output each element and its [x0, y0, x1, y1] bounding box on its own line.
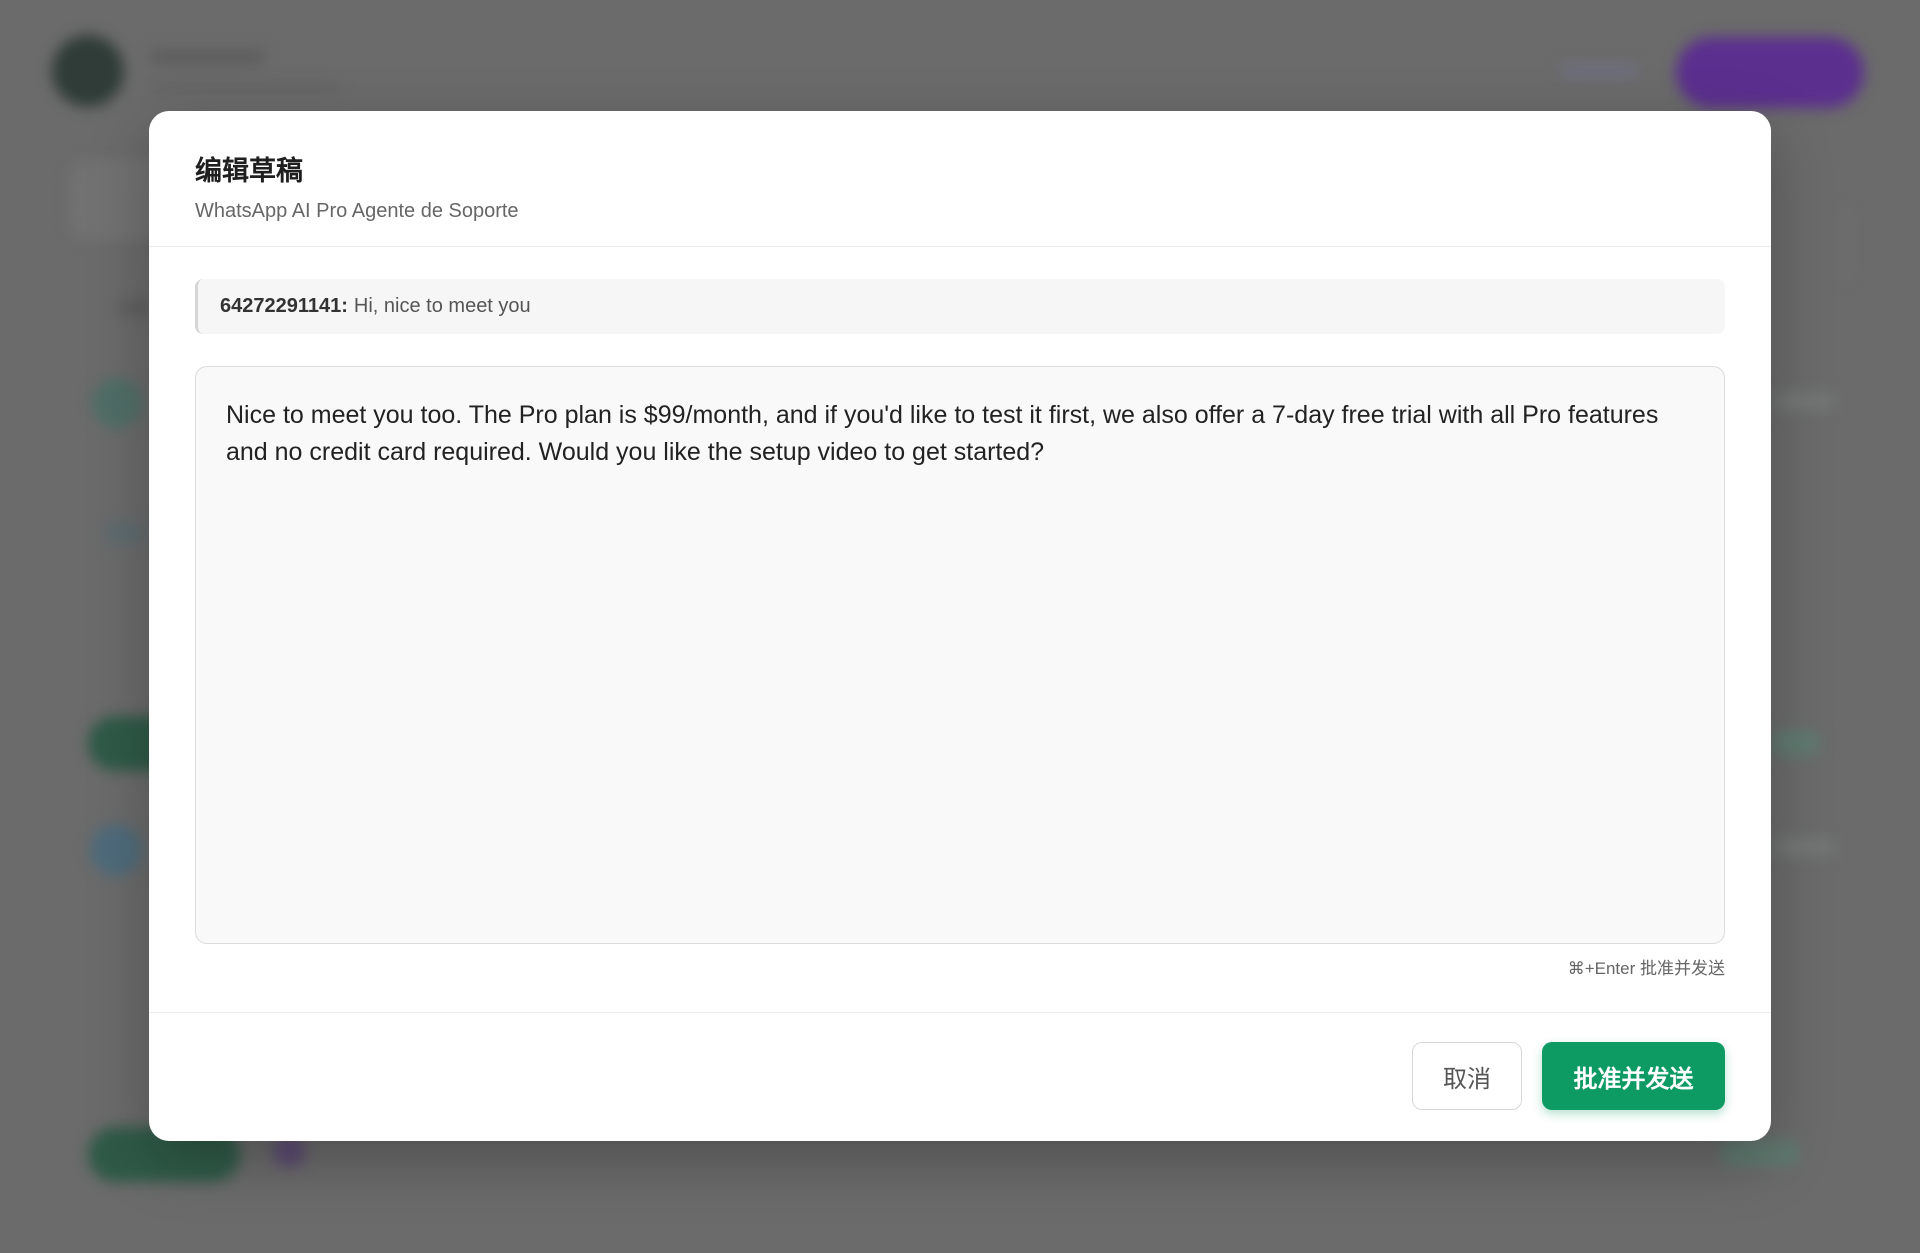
shortcut-hint: ⌘+Enter 批准并发送: [1567, 959, 1725, 978]
backdrop-subtitle-placeholder: [150, 82, 340, 92]
backdrop-avatar-small: [90, 824, 142, 876]
cancel-button[interactable]: 取消: [1412, 1042, 1522, 1110]
draft-reply-textarea[interactable]: Nice to meet you too. The Pro plan is $9…: [195, 366, 1725, 944]
backdrop-right-badge: [1772, 730, 1820, 756]
backdrop-right-placeholder: [1772, 838, 1836, 856]
quoted-message-text: Hi, nice to meet you: [353, 295, 531, 317]
edit-draft-dialog: 编辑草稿 WhatsApp AI Pro Agente de Soporte 6…: [149, 111, 1771, 1141]
backdrop-avatar: [52, 35, 124, 107]
quoted-message-sender: 64272291141:: [220, 295, 348, 317]
dialog-body: 64272291141: Hi, nice to meet you Nice t…: [149, 247, 1771, 1012]
dialog-header: 编辑草稿 WhatsApp AI Pro Agente de Soporte: [149, 111, 1771, 247]
approve-and-send-button[interactable]: 批准并发送: [1542, 1042, 1725, 1110]
backdrop-primary-button: [1676, 37, 1864, 108]
backdrop-avatar-small: [92, 378, 142, 428]
backdrop-right-placeholder: [1772, 392, 1836, 410]
backdrop-name-placeholder: [150, 50, 265, 64]
backdrop-link-placeholder: [1560, 64, 1638, 78]
dialog-title: 编辑草稿: [195, 156, 303, 186]
quoted-message: 64272291141: Hi, nice to meet you: [195, 279, 1725, 334]
backdrop-chip: [104, 522, 144, 544]
backdrop-divider: [1846, 208, 1848, 282]
backdrop-right-badge: [1720, 1140, 1800, 1166]
dialog-subtitle: WhatsApp AI Pro Agente de Soporte: [195, 200, 519, 222]
dialog-footer: 取消 批准并发送: [149, 1012, 1771, 1140]
backdrop-text-placeholder: [120, 300, 150, 316]
